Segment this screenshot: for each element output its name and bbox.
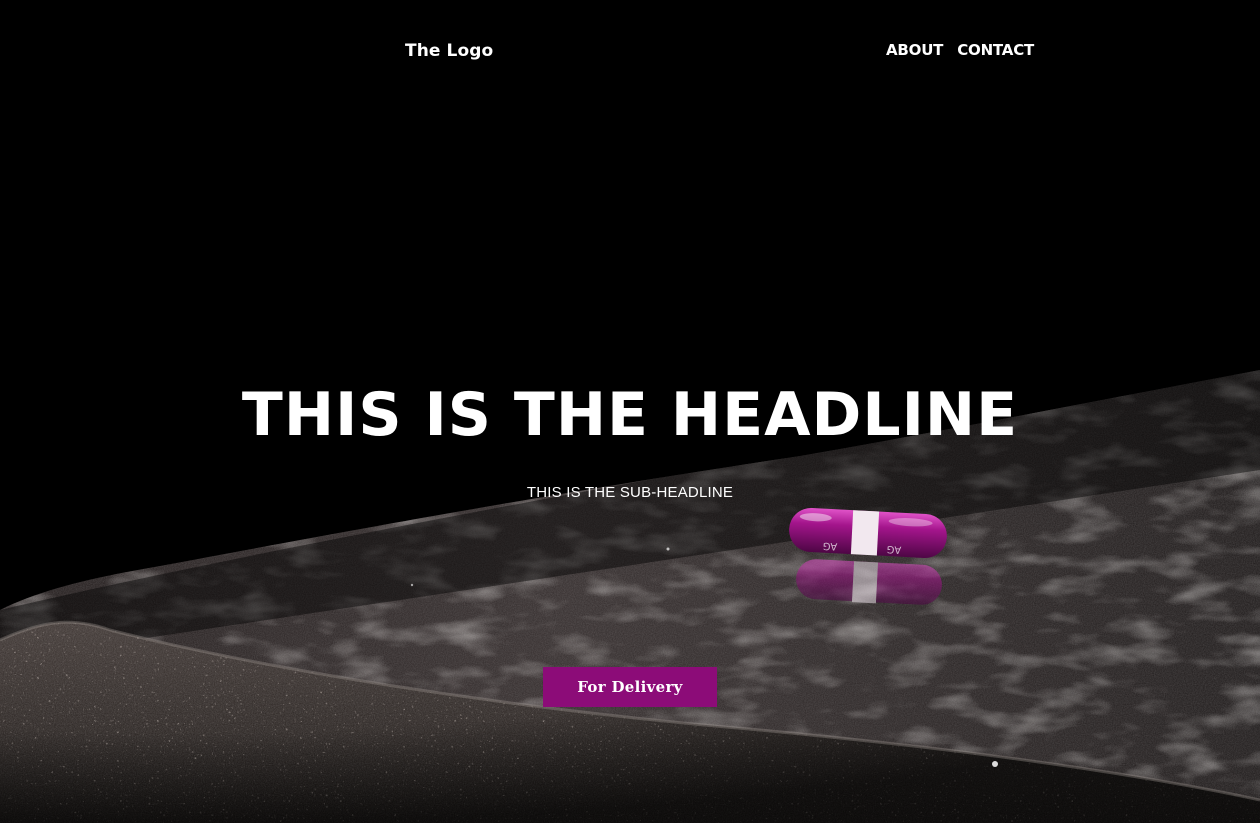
- main-nav: ABOUT CONTACT: [886, 41, 1034, 59]
- site-logo[interactable]: The Logo: [405, 41, 493, 61]
- pill-print-right: AG: [887, 543, 902, 555]
- hero-section: AG AG The Logo ABOUT CONTACT THIS IS THE…: [0, 0, 1260, 823]
- nav-link-about[interactable]: ABOUT: [886, 41, 943, 59]
- hero-subheadline: THIS IS THE SUB-HEADLINE: [526, 484, 734, 501]
- for-delivery-button[interactable]: For Delivery: [543, 667, 717, 707]
- pill-print-left: AG: [823, 540, 838, 552]
- hero-headline: THIS IS THE HEADLINE: [241, 380, 1019, 450]
- nav-link-contact[interactable]: CONTACT: [957, 41, 1034, 59]
